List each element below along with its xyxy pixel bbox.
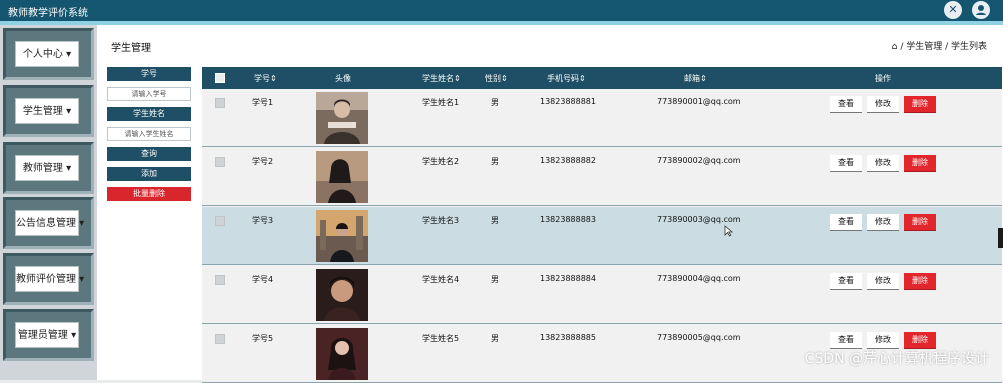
user-icon[interactable] xyxy=(972,1,990,19)
student-id-label: 学号 xyxy=(107,67,191,81)
cell-student-name: 学生姓名5 xyxy=(422,334,460,343)
home-icon[interactable]: ⌂ xyxy=(892,42,898,52)
student-name-input[interactable]: 请输入学生姓名 xyxy=(107,127,191,141)
cell-phone: 13823888884 xyxy=(540,274,596,283)
row-checkbox[interactable] xyxy=(215,334,225,344)
breadcrumb-text[interactable]: / 学生管理 / 学生列表 xyxy=(900,42,987,52)
sidebar-item-admins[interactable]: 管理员管理 ▾ xyxy=(3,309,94,361)
view-button[interactable]: 查看 xyxy=(830,332,862,349)
cell-gender: 男 xyxy=(491,216,499,225)
sidebar-item-label[interactable]: 公告信息管理 ▾ xyxy=(15,210,84,236)
sidebar-item-personal[interactable]: 个人中心 ▾ xyxy=(3,28,94,80)
row-checkbox[interactable] xyxy=(215,98,225,108)
view-button[interactable]: 查看 xyxy=(830,96,862,113)
view-button[interactable]: 查看 xyxy=(830,155,862,172)
student-id-input[interactable]: 请输入学号 xyxy=(107,87,191,101)
search-panel: 学号 请输入学号 学生姓名 请输入学生姓名 查询 添加 批量删除 xyxy=(107,67,191,207)
student-name-label: 学生姓名 xyxy=(107,107,191,121)
cell-gender: 男 xyxy=(491,98,499,107)
cell-email: 773890004@qq.com xyxy=(657,274,741,283)
page-title: 学生管理 xyxy=(111,43,151,54)
cell-email: 773890001@qq.com xyxy=(657,97,741,106)
view-button[interactable]: 查看 xyxy=(830,273,862,290)
cell-student-id: 学号1 xyxy=(252,98,274,107)
cell-gender: 男 xyxy=(491,334,499,343)
sidebar-item-label[interactable]: 教师评价管理 ▾ xyxy=(15,266,84,292)
cell-email: 773890003@qq.com xyxy=(657,215,741,224)
cell-student-name: 学生姓名2 xyxy=(422,157,460,166)
cell-student-name: 学生姓名4 xyxy=(422,275,460,284)
watermark-text: CSDN @芹心计算机程序设计 xyxy=(804,351,989,367)
cell-student-id: 学号5 xyxy=(252,334,274,343)
cell-student-id: 学号2 xyxy=(252,157,274,166)
cell-phone: 13823888885 xyxy=(540,333,596,342)
cell-student-id: 学号4 xyxy=(252,275,274,284)
select-all-checkbox[interactable] xyxy=(215,73,225,83)
delete-button[interactable]: 删除 xyxy=(904,332,936,349)
table-row[interactable]: 学号3 学生姓名3 男 13823888883 773890003@qq.com… xyxy=(202,207,1002,265)
delete-button[interactable]: 删除 xyxy=(904,273,936,290)
edit-button[interactable]: 修改 xyxy=(867,96,899,113)
mouse-cursor-icon xyxy=(724,225,734,237)
table-row[interactable]: 学号1 学生姓名1 男 13823888881 773890001@qq.com… xyxy=(202,89,1002,147)
cell-phone: 13823888882 xyxy=(540,156,596,165)
row-checkbox[interactable] xyxy=(215,157,225,167)
table-row[interactable]: 学号2 学生姓名2 男 13823888882 773890002@qq.com… xyxy=(202,148,1002,206)
row-checkbox[interactable] xyxy=(215,275,225,285)
cell-student-name: 学生姓名3 xyxy=(422,216,460,225)
avatar xyxy=(316,269,368,321)
cell-gender: 男 xyxy=(491,157,499,166)
app-title: 教师教学评价系统 xyxy=(8,8,88,19)
sidebar-item-evaluations[interactable]: 教师评价管理 ▾ xyxy=(3,253,94,305)
column-header-actions: 操作 xyxy=(875,74,891,83)
view-button[interactable]: 查看 xyxy=(830,214,862,231)
breadcrumb: ⌂ / 学生管理 / 学生列表 xyxy=(892,39,987,52)
add-button[interactable]: 添加 xyxy=(107,167,191,181)
app-header: 教师教学评价系统 ✕ xyxy=(0,0,1003,21)
sidebar-item-students[interactable]: 学生管理 ▾ xyxy=(3,85,94,137)
edit-button[interactable]: 修改 xyxy=(867,155,899,172)
table-row[interactable]: 学号4 学生姓名4 男 13823888884 773890004@qq.com… xyxy=(202,266,1002,324)
main-content: 学生管理 ⌂ / 学生管理 / 学生列表 学号 请输入学号 学生姓名 请输入学生姓… xyxy=(97,25,1003,383)
student-table: 学号⇕ 头像 学生姓名⇕ 性别⇕ 手机号码⇕ 邮箱⇕ 操作 学号1 学生姓名1 … xyxy=(202,67,1002,383)
column-header-id[interactable]: 学号⇕ xyxy=(254,73,277,84)
sidebar-item-teachers[interactable]: 教师管理 ▾ xyxy=(3,142,94,194)
avatar xyxy=(316,210,368,262)
cell-student-id: 学号3 xyxy=(252,216,274,225)
cell-email: 773890005@qq.com xyxy=(657,333,741,342)
column-header-phone[interactable]: 手机号码⇕ xyxy=(547,73,586,84)
column-header-name[interactable]: 学生姓名⇕ xyxy=(422,73,461,84)
edit-button[interactable]: 修改 xyxy=(867,273,899,290)
delete-button[interactable]: 删除 xyxy=(904,214,936,231)
avatar xyxy=(316,151,368,203)
edit-button[interactable]: 修改 xyxy=(867,332,899,349)
column-header-avatar: 头像 xyxy=(335,74,351,83)
sidebar-item-label[interactable]: 个人中心 ▾ xyxy=(15,41,79,67)
sidebar: 个人中心 ▾ 学生管理 ▾ 教师管理 ▾ 公告信息管理 ▾ 教师评价管理 ▾ 管… xyxy=(0,25,97,380)
sidebar-item-notices[interactable]: 公告信息管理 ▾ xyxy=(3,197,94,249)
cell-gender: 男 xyxy=(491,275,499,284)
delete-button[interactable]: 删除 xyxy=(904,155,936,172)
cell-phone: 13823888883 xyxy=(540,215,596,224)
batch-delete-button[interactable]: 批量删除 xyxy=(107,187,191,201)
column-header-email[interactable]: 邮箱⇕ xyxy=(684,73,707,84)
cell-phone: 13823888881 xyxy=(540,97,596,106)
crossed-tools-icon[interactable]: ✕ xyxy=(944,1,962,19)
avatar xyxy=(316,328,368,380)
row-checkbox[interactable] xyxy=(215,216,225,226)
delete-button[interactable]: 删除 xyxy=(904,96,936,113)
scrollbar-handle[interactable] xyxy=(998,228,1003,248)
sidebar-item-label[interactable]: 学生管理 ▾ xyxy=(15,98,79,124)
table-header: 学号⇕ 头像 学生姓名⇕ 性别⇕ 手机号码⇕ 邮箱⇕ 操作 xyxy=(202,67,1002,89)
sidebar-item-label[interactable]: 管理员管理 ▾ xyxy=(15,322,79,348)
cell-student-name: 学生姓名1 xyxy=(422,98,460,107)
column-header-gender[interactable]: 性别⇕ xyxy=(485,73,508,84)
avatar xyxy=(316,92,368,144)
cell-email: 773890002@qq.com xyxy=(657,156,741,165)
sidebar-item-label[interactable]: 教师管理 ▾ xyxy=(15,155,79,181)
query-button[interactable]: 查询 xyxy=(107,147,191,161)
edit-button[interactable]: 修改 xyxy=(867,214,899,231)
